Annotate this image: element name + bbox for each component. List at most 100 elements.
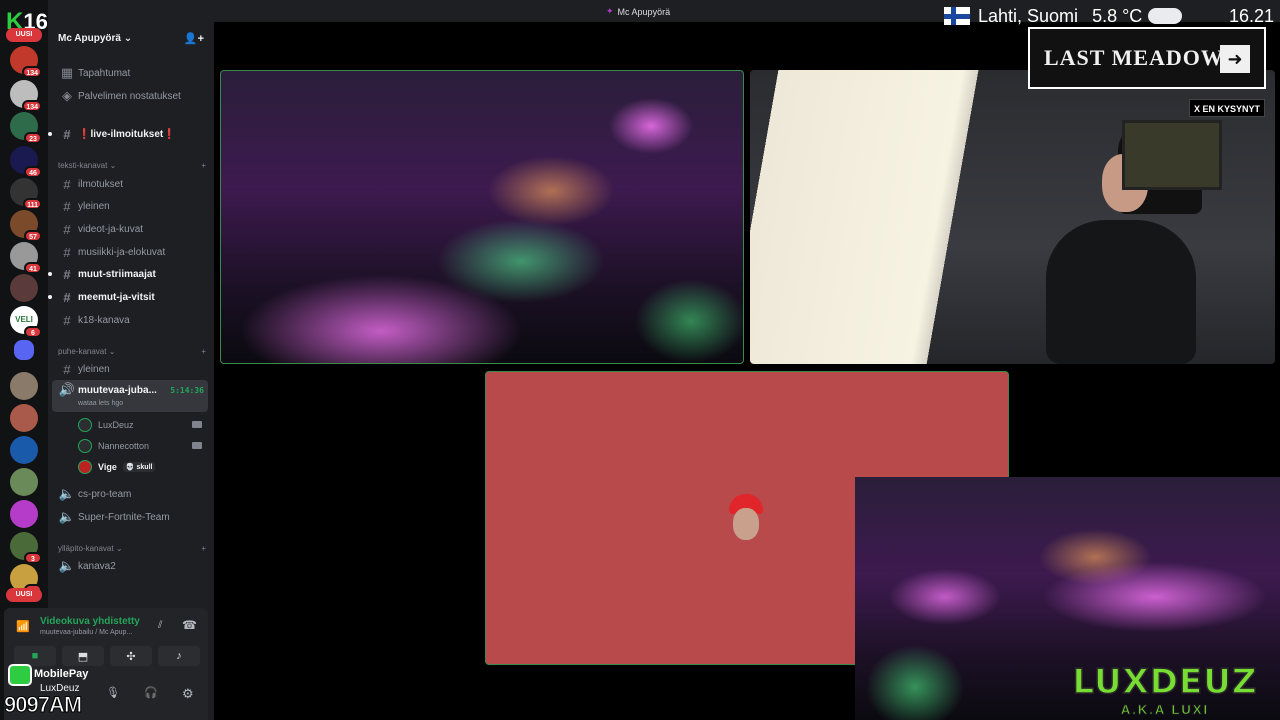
hash-icon: # [63, 126, 71, 142]
headphones-icon[interactable]: 🎧 [144, 686, 158, 699]
server-icon[interactable]: 134 [10, 46, 42, 78]
mention-badge: 3 [24, 552, 42, 564]
temperature-label: 5.8 °C [1092, 5, 1143, 26]
avatar [78, 460, 92, 474]
hash-icon: # [63, 198, 71, 214]
server-header[interactable]: Mc Apupyörä ⌄ 👤+ [48, 22, 214, 54]
add-channel-icon[interactable]: + [201, 161, 206, 170]
category-label: puhe-kanavat ⌄ [58, 346, 116, 356]
voice-status[interactable]: Videokuva yhdistetty [40, 616, 140, 627]
mention-badge: 6 [24, 326, 42, 338]
new-servers-badge-top: UUSI [6, 28, 42, 42]
folder-icon[interactable] [14, 340, 34, 360]
channel-label: cs-pro-team [78, 488, 132, 500]
channel-label: yleinen [78, 363, 110, 375]
veli-server-icon[interactable]: VELI 6 [10, 306, 42, 338]
server-icon[interactable]: 3 [10, 532, 42, 564]
speaker-icon: 🔈 [58, 486, 76, 501]
channel-item[interactable]: # musiikki-ja-elokuvat [52, 242, 208, 262]
video-tile-bar-screen[interactable] [220, 70, 744, 364]
activities-button[interactable]: ✣ [110, 646, 152, 666]
speaker-icon: 🔈 [58, 509, 76, 524]
hash-icon: # [63, 361, 71, 377]
soundboard-button[interactable]: ♪ [158, 646, 200, 666]
noise-suppression-icon[interactable]: ⫽ [158, 620, 162, 631]
channel-item[interactable]: # yleinen [52, 359, 208, 379]
server-icon[interactable] [10, 436, 38, 464]
activities-icon: ✣ [126, 650, 136, 663]
server-icon[interactable]: 23 [10, 112, 42, 144]
hash-icon: # [63, 289, 71, 305]
voice-channel-item[interactable]: 🔈 kanava2 [52, 556, 208, 576]
mention-badge: 23 [24, 132, 42, 144]
channel-live-announcements[interactable]: # ❗live-ilmoitukset❗ [48, 124, 208, 144]
category-label: teksti-kanavat ⌄ [58, 160, 117, 170]
hash-icon: # [63, 176, 71, 192]
settings-gear-icon[interactable]: ⚙ [182, 686, 194, 702]
channel-item[interactable]: # meemut-ja-vitsit [48, 287, 208, 307]
category-voice-channels[interactable]: puhe-kanavat ⌄ + [58, 344, 206, 358]
voice-member[interactable]: Nannecotton [78, 437, 149, 455]
calendar-icon: ▦ [60, 65, 74, 80]
server-icon[interactable] [10, 500, 38, 528]
sidebar-item-boosts[interactable]: ◈ Palvelimen nostatukset [52, 86, 208, 106]
avatar [78, 439, 92, 453]
server-icon[interactable] [10, 372, 38, 400]
voice-channel-status: wataa lets hgo [78, 400, 124, 407]
category-admin-channels[interactable]: ylläpito-kanavat ⌄ + [58, 541, 206, 555]
voice-channel-active[interactable]: 🔊 muutevaa-juba... 5:14:36 [52, 382, 208, 398]
signal-icon[interactable]: 📶 [16, 620, 30, 633]
channel-label: yleinen [78, 200, 110, 212]
camera-icon [192, 421, 202, 428]
server-icon[interactable]: 41 [10, 242, 42, 274]
channel-item[interactable]: # k18-kanava [52, 310, 208, 330]
add-channel-icon[interactable]: + [201, 347, 206, 356]
server-logo-icon: ✦ [606, 6, 614, 16]
game-banner: LAST MEADOW ➜ [1028, 27, 1266, 89]
soundboard-icon: ♪ [176, 650, 182, 662]
new-servers-badge-bottom: UUSI [6, 588, 42, 602]
channel-item[interactable]: # yleinen [52, 196, 208, 216]
streamer-alias: A.K.A LUXI [1120, 702, 1210, 718]
boost-icon: ◈ [62, 88, 72, 103]
disconnect-icon[interactable]: ☎ [182, 618, 197, 632]
add-channel-icon[interactable]: + [201, 544, 206, 553]
server-icon[interactable] [10, 468, 38, 496]
channel-label: kanava2 [78, 560, 116, 572]
channel-item[interactable]: # ilmotukset [52, 174, 208, 194]
microphone-icon[interactable]: 🎙 [106, 686, 120, 699]
voice-channel-item[interactable]: 🔈 cs-pro-team [52, 484, 208, 504]
streamer-body [1046, 220, 1196, 364]
server-icon[interactable]: 111 [10, 178, 42, 210]
screen-share-icon: ⬒ [77, 650, 89, 663]
location-label: Lahti, Suomi [978, 5, 1079, 26]
channel-label: muutevaa-juba... [78, 384, 157, 396]
server-icon[interactable]: 46 [10, 146, 42, 178]
cloud-icon [1148, 8, 1183, 24]
unread-dot [48, 132, 52, 136]
overlay-tag: X EN KYSYNYT [1189, 99, 1266, 117]
member-name: LuxDeuz [98, 420, 134, 430]
server-icon[interactable] [10, 274, 38, 302]
channel-item[interactable]: # videot-ja-kuvat [52, 219, 208, 239]
clock-label: 16.21 [1228, 5, 1274, 26]
call-duration: 5:14:36 [170, 385, 204, 395]
voice-member[interactable]: LuxDeuz [78, 416, 134, 434]
voice-member[interactable]: Vige 💀 skull [78, 458, 156, 476]
camera-icon [192, 442, 202, 449]
server-name: Mc Apupyörä ⌄ [58, 32, 133, 44]
member-name: Nannecotton [98, 441, 150, 451]
server-icon[interactable] [10, 404, 38, 432]
voice-channel-item[interactable]: 🔈 Super-Fortnite-Team [52, 507, 208, 527]
mention-badge: 134 [22, 66, 42, 78]
game-banner-title: LAST MEADOW [1044, 45, 1224, 70]
server-icon[interactable]: 134 [10, 80, 42, 112]
server-icon[interactable]: 57 [10, 210, 42, 242]
unread-dot [48, 272, 52, 276]
add-member-icon[interactable]: 👤+ [184, 32, 204, 45]
channel-item[interactable]: # muut-striimaajat [48, 264, 208, 284]
category-text-channels[interactable]: teksti-kanavat ⌄ + [58, 158, 206, 172]
mention-badge: 46 [24, 166, 42, 178]
sidebar-item-events[interactable]: ▦ Tapahtumat [52, 63, 208, 83]
channel-label: meemut-ja-vitsit [78, 291, 155, 303]
